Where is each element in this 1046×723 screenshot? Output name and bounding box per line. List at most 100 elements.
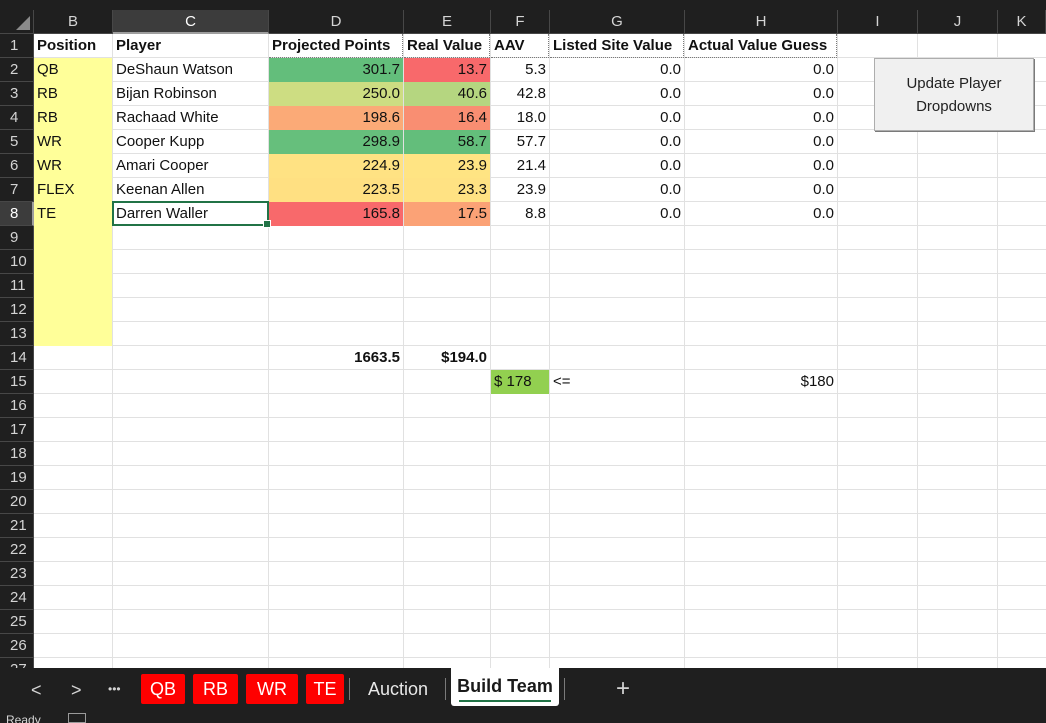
listed-site-value-cell[interactable]: 0.0 (550, 154, 684, 178)
budget-cell[interactable]: $180 (685, 370, 837, 394)
actual-value-guess-cell[interactable]: 0.0 (685, 106, 837, 130)
header-player[interactable]: Player (113, 34, 268, 58)
row-header-15[interactable]: 15 (0, 370, 34, 394)
actual-value-guess-cell[interactable]: 0.0 (685, 202, 837, 226)
spreadsheet[interactable]: BCDEFGHIJK 1 2 3 4 5 6 7 8 9 10 11 12 13 14 15 16 17 18 19… (0, 10, 1046, 668)
more-sheets-icon[interactable]: ••• (108, 682, 121, 696)
position-cell-fill[interactable] (34, 226, 112, 250)
projected-points-cell[interactable]: 223.5 (269, 178, 403, 202)
position-cell[interactable]: FLEX (34, 178, 112, 202)
row-header-4[interactable]: 4 (0, 106, 34, 130)
column-header-j[interactable]: J (918, 10, 998, 34)
row-header-6[interactable]: 6 (0, 154, 34, 178)
row-header-23[interactable]: 23 (0, 562, 34, 586)
real-value-cell[interactable]: 13.7 (404, 58, 490, 82)
real-value-cell[interactable]: 23.9 (404, 154, 490, 178)
player-cell[interactable]: Cooper Kupp (113, 130, 268, 154)
column-header-e[interactable]: E (404, 10, 491, 34)
row-header-20[interactable]: 20 (0, 490, 34, 514)
position-cell-fill[interactable] (34, 322, 112, 346)
listed-site-value-cell[interactable]: 0.0 (550, 178, 684, 202)
actual-value-guess-cell[interactable]: 0.0 (685, 58, 837, 82)
aav-total[interactable]: $ 178 (491, 370, 549, 394)
actual-value-guess-cell[interactable]: 0.0 (685, 130, 837, 154)
player-cell[interactable]: Bijan Robinson (113, 82, 268, 106)
header-actual-value-guess[interactable]: Actual Value Guess (685, 34, 837, 58)
row-header-13[interactable]: 13 (0, 322, 34, 346)
position-cell-fill[interactable] (34, 274, 112, 298)
actual-value-guess-cell[interactable]: 0.0 (685, 82, 837, 106)
player-cell[interactable]: Rachaad White (113, 106, 268, 130)
aav-cell[interactable]: 42.8 (491, 82, 549, 106)
header-projected-points[interactable]: Projected Points (269, 34, 403, 58)
column-header-b[interactable]: B (34, 10, 113, 34)
listed-site-value-cell[interactable]: 0.0 (550, 58, 684, 82)
row-header-12[interactable]: 12 (0, 298, 34, 322)
listed-site-value-cell[interactable]: 0.0 (550, 82, 684, 106)
row-header-17[interactable]: 17 (0, 418, 34, 442)
real-value-cell[interactable]: 17.5 (404, 202, 490, 226)
header-real-value[interactable]: Real Value (404, 34, 490, 58)
aav-cell[interactable]: 23.9 (491, 178, 549, 202)
aav-cell[interactable]: 18.0 (491, 106, 549, 130)
projected-points-cell[interactable]: 224.9 (269, 154, 403, 178)
row-header-2[interactable]: 2 (0, 58, 34, 82)
row-header-26[interactable]: 26 (0, 634, 34, 658)
add-sheet-icon[interactable]: + (616, 675, 630, 703)
prev-sheet-icon[interactable]: < (31, 680, 42, 701)
sheet-tab-te[interactable]: TE (306, 674, 344, 704)
player-cell[interactable]: Keenan Allen (113, 178, 268, 202)
next-sheet-icon[interactable]: > (71, 680, 82, 701)
row-header-21[interactable]: 21 (0, 514, 34, 538)
header-listed-site-value[interactable]: Listed Site Value (550, 34, 684, 58)
sheet-tab-rb[interactable]: RB (193, 674, 238, 704)
sheet-tab-wr[interactable]: WR (246, 674, 298, 704)
row-header-8[interactable]: 8 (0, 202, 34, 226)
sheet-tab-auction[interactable]: Auction (356, 674, 440, 704)
row-header-24[interactable]: 24 (0, 586, 34, 610)
projected-points-cell[interactable]: 165.8 (269, 202, 403, 226)
actual-value-guess-cell[interactable]: 0.0 (685, 154, 837, 178)
position-cell-fill[interactable] (34, 250, 112, 274)
projected-points-cell[interactable]: 301.7 (269, 58, 403, 82)
row-header-7[interactable]: 7 (0, 178, 34, 202)
position-cell[interactable]: RB (34, 82, 112, 106)
column-header-c[interactable]: C (113, 10, 269, 34)
aav-cell[interactable]: 8.8 (491, 202, 549, 226)
actual-value-guess-cell[interactable]: 0.0 (685, 178, 837, 202)
listed-site-value-cell[interactable]: 0.0 (550, 106, 684, 130)
projected-points-cell[interactable]: 298.9 (269, 130, 403, 154)
row-header-19[interactable]: 19 (0, 466, 34, 490)
row-header-16[interactable]: 16 (0, 394, 34, 418)
row-header-5[interactable]: 5 (0, 130, 34, 154)
player-cell[interactable]: Amari Cooper (113, 154, 268, 178)
row-header-9[interactable]: 9 (0, 226, 34, 250)
row-header-10[interactable]: 10 (0, 250, 34, 274)
column-header-d[interactable]: D (269, 10, 404, 34)
listed-site-value-cell[interactable]: 0.0 (550, 202, 684, 226)
projected-points-total[interactable]: 1663.5 (269, 346, 403, 370)
column-header-i[interactable]: I (838, 10, 918, 34)
row-header-11[interactable]: 11 (0, 274, 34, 298)
row-header-1[interactable]: 1 (0, 34, 34, 58)
position-cell[interactable]: QB (34, 58, 112, 82)
position-cell[interactable]: TE (34, 202, 112, 226)
real-value-cell[interactable]: 40.6 (404, 82, 490, 106)
player-cell[interactable]: DeShaun Watson (113, 58, 268, 82)
column-header-h[interactable]: H (685, 10, 838, 34)
column-header-g[interactable]: G (550, 10, 685, 34)
column-header-k[interactable]: K (998, 10, 1046, 34)
header-position[interactable]: Position (34, 34, 112, 58)
position-cell[interactable]: WR (34, 154, 112, 178)
position-cell[interactable]: WR (34, 130, 112, 154)
real-value-cell[interactable]: 16.4 (404, 106, 490, 130)
position-cell[interactable]: RB (34, 106, 112, 130)
row-header-14[interactable]: 14 (0, 346, 34, 370)
aav-cell[interactable]: 57.7 (491, 130, 549, 154)
update-player-dropdowns-button[interactable]: Update Player Dropdowns (874, 58, 1034, 131)
accessibility-icon[interactable] (68, 713, 86, 723)
projected-points-cell[interactable]: 198.6 (269, 106, 403, 130)
row-header-25[interactable]: 25 (0, 610, 34, 634)
select-all-corner[interactable] (0, 10, 34, 34)
row-header-18[interactable]: 18 (0, 442, 34, 466)
